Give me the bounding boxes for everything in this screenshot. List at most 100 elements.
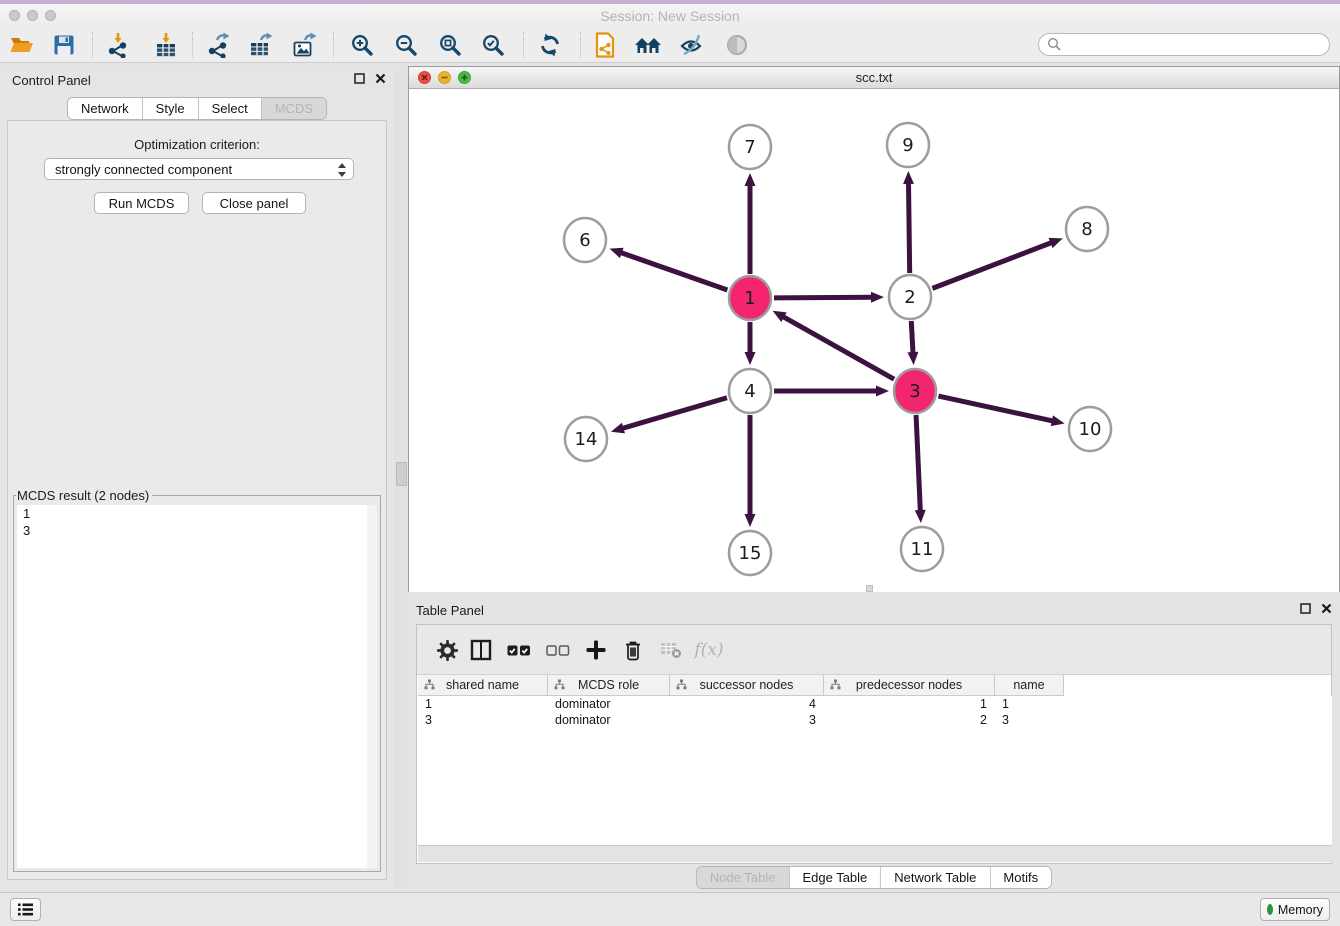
table-panel-title: Table Panel (416, 603, 484, 618)
result-scrollbar[interactable] (367, 505, 377, 868)
edge-3-11[interactable] (915, 415, 926, 523)
node-4[interactable]: 4 (729, 369, 771, 413)
edge-4-15[interactable] (745, 415, 756, 527)
tab-network[interactable]: Network (68, 98, 143, 119)
node-9[interactable]: 9 (887, 123, 929, 167)
node-10[interactable]: 10 (1069, 407, 1111, 451)
node-label: 7 (744, 137, 755, 158)
window-title: Session: New Session (0, 4, 1340, 28)
tab-edge-table[interactable]: Edge Table (789, 867, 881, 888)
open-session-button[interactable] (5, 31, 39, 59)
select-all-button[interactable] (503, 635, 535, 665)
edge-3-10[interactable] (938, 396, 1064, 426)
show-columns-button[interactable] (465, 635, 497, 665)
float-panel-icon[interactable] (1300, 603, 1311, 614)
hierarchy-icon (830, 679, 841, 693)
deselect-all-button[interactable] (542, 635, 574, 665)
column-header-mcds-role[interactable]: MCDS role (548, 675, 670, 695)
node-1[interactable]: 1 (729, 276, 771, 320)
mcds-result-area[interactable]: 13 (17, 505, 377, 868)
network-canvas[interactable]: 7 9 6 8 1 2 4 3 14 10 15 11 (409, 89, 1339, 592)
zoom-in-icon (350, 33, 374, 57)
zoom-out-button[interactable] (389, 31, 423, 59)
tab-select[interactable]: Select (199, 98, 262, 119)
edge-1-6[interactable] (610, 248, 728, 290)
import-network-icon (105, 32, 131, 58)
toolbar-separator (333, 32, 334, 58)
import-table-button[interactable] (149, 31, 183, 59)
edge-1-7[interactable] (745, 173, 756, 274)
criterion-select[interactable]: strongly connected component (44, 158, 354, 180)
column-header-shared-name[interactable]: shared name (418, 675, 548, 695)
column-header-predecessor-nodes[interactable]: predecessor nodes (824, 675, 995, 695)
status-bar: Memory (0, 892, 1340, 926)
plus-icon (586, 640, 606, 660)
edge-arrow (745, 352, 756, 365)
result-value: 3 (17, 522, 377, 539)
memory-button[interactable]: Memory (1260, 898, 1330, 921)
edge-4-14[interactable] (611, 398, 727, 434)
export-table-button[interactable] (244, 31, 278, 59)
export-network-button[interactable] (201, 31, 235, 59)
edge-2-9[interactable] (903, 171, 914, 273)
run-mcds-button[interactable]: Run MCDS (94, 192, 189, 214)
delete-table-button-disabled[interactable] (655, 635, 687, 665)
edge-arrow (871, 292, 884, 303)
close-panel-button[interactable]: Close panel (202, 192, 306, 214)
tab-network-table[interactable]: Network Table (881, 867, 990, 888)
node-label: 6 (579, 230, 590, 251)
node-8[interactable]: 8 (1066, 207, 1108, 251)
edge-3-1[interactable] (773, 311, 894, 379)
zoom-in-button[interactable] (345, 31, 379, 59)
node-15[interactable]: 15 (729, 531, 771, 575)
export-image-button[interactable] (288, 31, 322, 59)
apply-layout-button[interactable] (533, 31, 567, 59)
new-network-button[interactable] (588, 31, 622, 59)
table-scroll-strip[interactable] (418, 845, 1332, 862)
tab-mcds[interactable]: MCDS (262, 98, 326, 119)
table-row[interactable]: 3dominator323 (418, 712, 1332, 728)
toolbar-separator (92, 32, 93, 58)
home-button[interactable] (631, 31, 665, 59)
import-network-button[interactable] (101, 31, 135, 59)
column-header-name[interactable]: name (995, 675, 1064, 695)
add-column-button[interactable] (580, 635, 612, 665)
column-header-successor-nodes[interactable]: successor nodes (670, 675, 824, 695)
hide-graphics-button[interactable] (675, 31, 709, 59)
hierarchy-icon (676, 679, 687, 693)
float-panel-icon[interactable] (354, 73, 365, 84)
mcds-result-fieldset: MCDS result (2 nodes) 13 (13, 488, 381, 872)
tab-style[interactable]: Style (143, 98, 199, 119)
zoom-selected-button[interactable] (476, 31, 510, 59)
show-graphics-button-disabled[interactable] (720, 31, 754, 59)
close-panel-icon[interactable] (375, 73, 386, 84)
edge-1-2[interactable] (774, 292, 884, 303)
edge-1-4[interactable] (745, 322, 756, 365)
splitter-grip[interactable] (396, 462, 407, 486)
table-row[interactable]: 1dominator411 (418, 696, 1332, 712)
function-builder-button-disabled[interactable]: f(x) (693, 635, 725, 665)
zoom-fit-button[interactable] (433, 31, 467, 59)
edge-2-3[interactable] (907, 321, 918, 365)
search-input[interactable] (1062, 35, 1329, 55)
node-7[interactable]: 7 (729, 125, 771, 169)
save-session-button[interactable] (47, 31, 81, 59)
close-panel-icon[interactable] (1321, 603, 1332, 614)
node-14[interactable]: 14 (565, 417, 607, 461)
edge-4-3[interactable] (774, 386, 889, 397)
table-options-button[interactable] (431, 635, 463, 665)
node-3[interactable]: 3 (894, 369, 936, 413)
node-2[interactable]: 2 (889, 275, 931, 319)
tab-node-table[interactable]: Node Table (697, 867, 790, 888)
tab-motifs[interactable]: Motifs (990, 867, 1051, 888)
panel-splitter[interactable] (394, 66, 408, 888)
node-11[interactable]: 11 (901, 527, 943, 571)
node-6[interactable]: 6 (564, 218, 606, 262)
edge-2-8[interactable] (932, 238, 1062, 289)
delete-columns-button[interactable] (617, 635, 649, 665)
node-label: 8 (1081, 219, 1092, 240)
task-history-button[interactable] (10, 898, 41, 921)
zoom-out-icon (394, 33, 418, 57)
canvas-resize-handle[interactable] (866, 585, 873, 592)
mcds-result-title: MCDS result (2 nodes) (16, 488, 152, 503)
